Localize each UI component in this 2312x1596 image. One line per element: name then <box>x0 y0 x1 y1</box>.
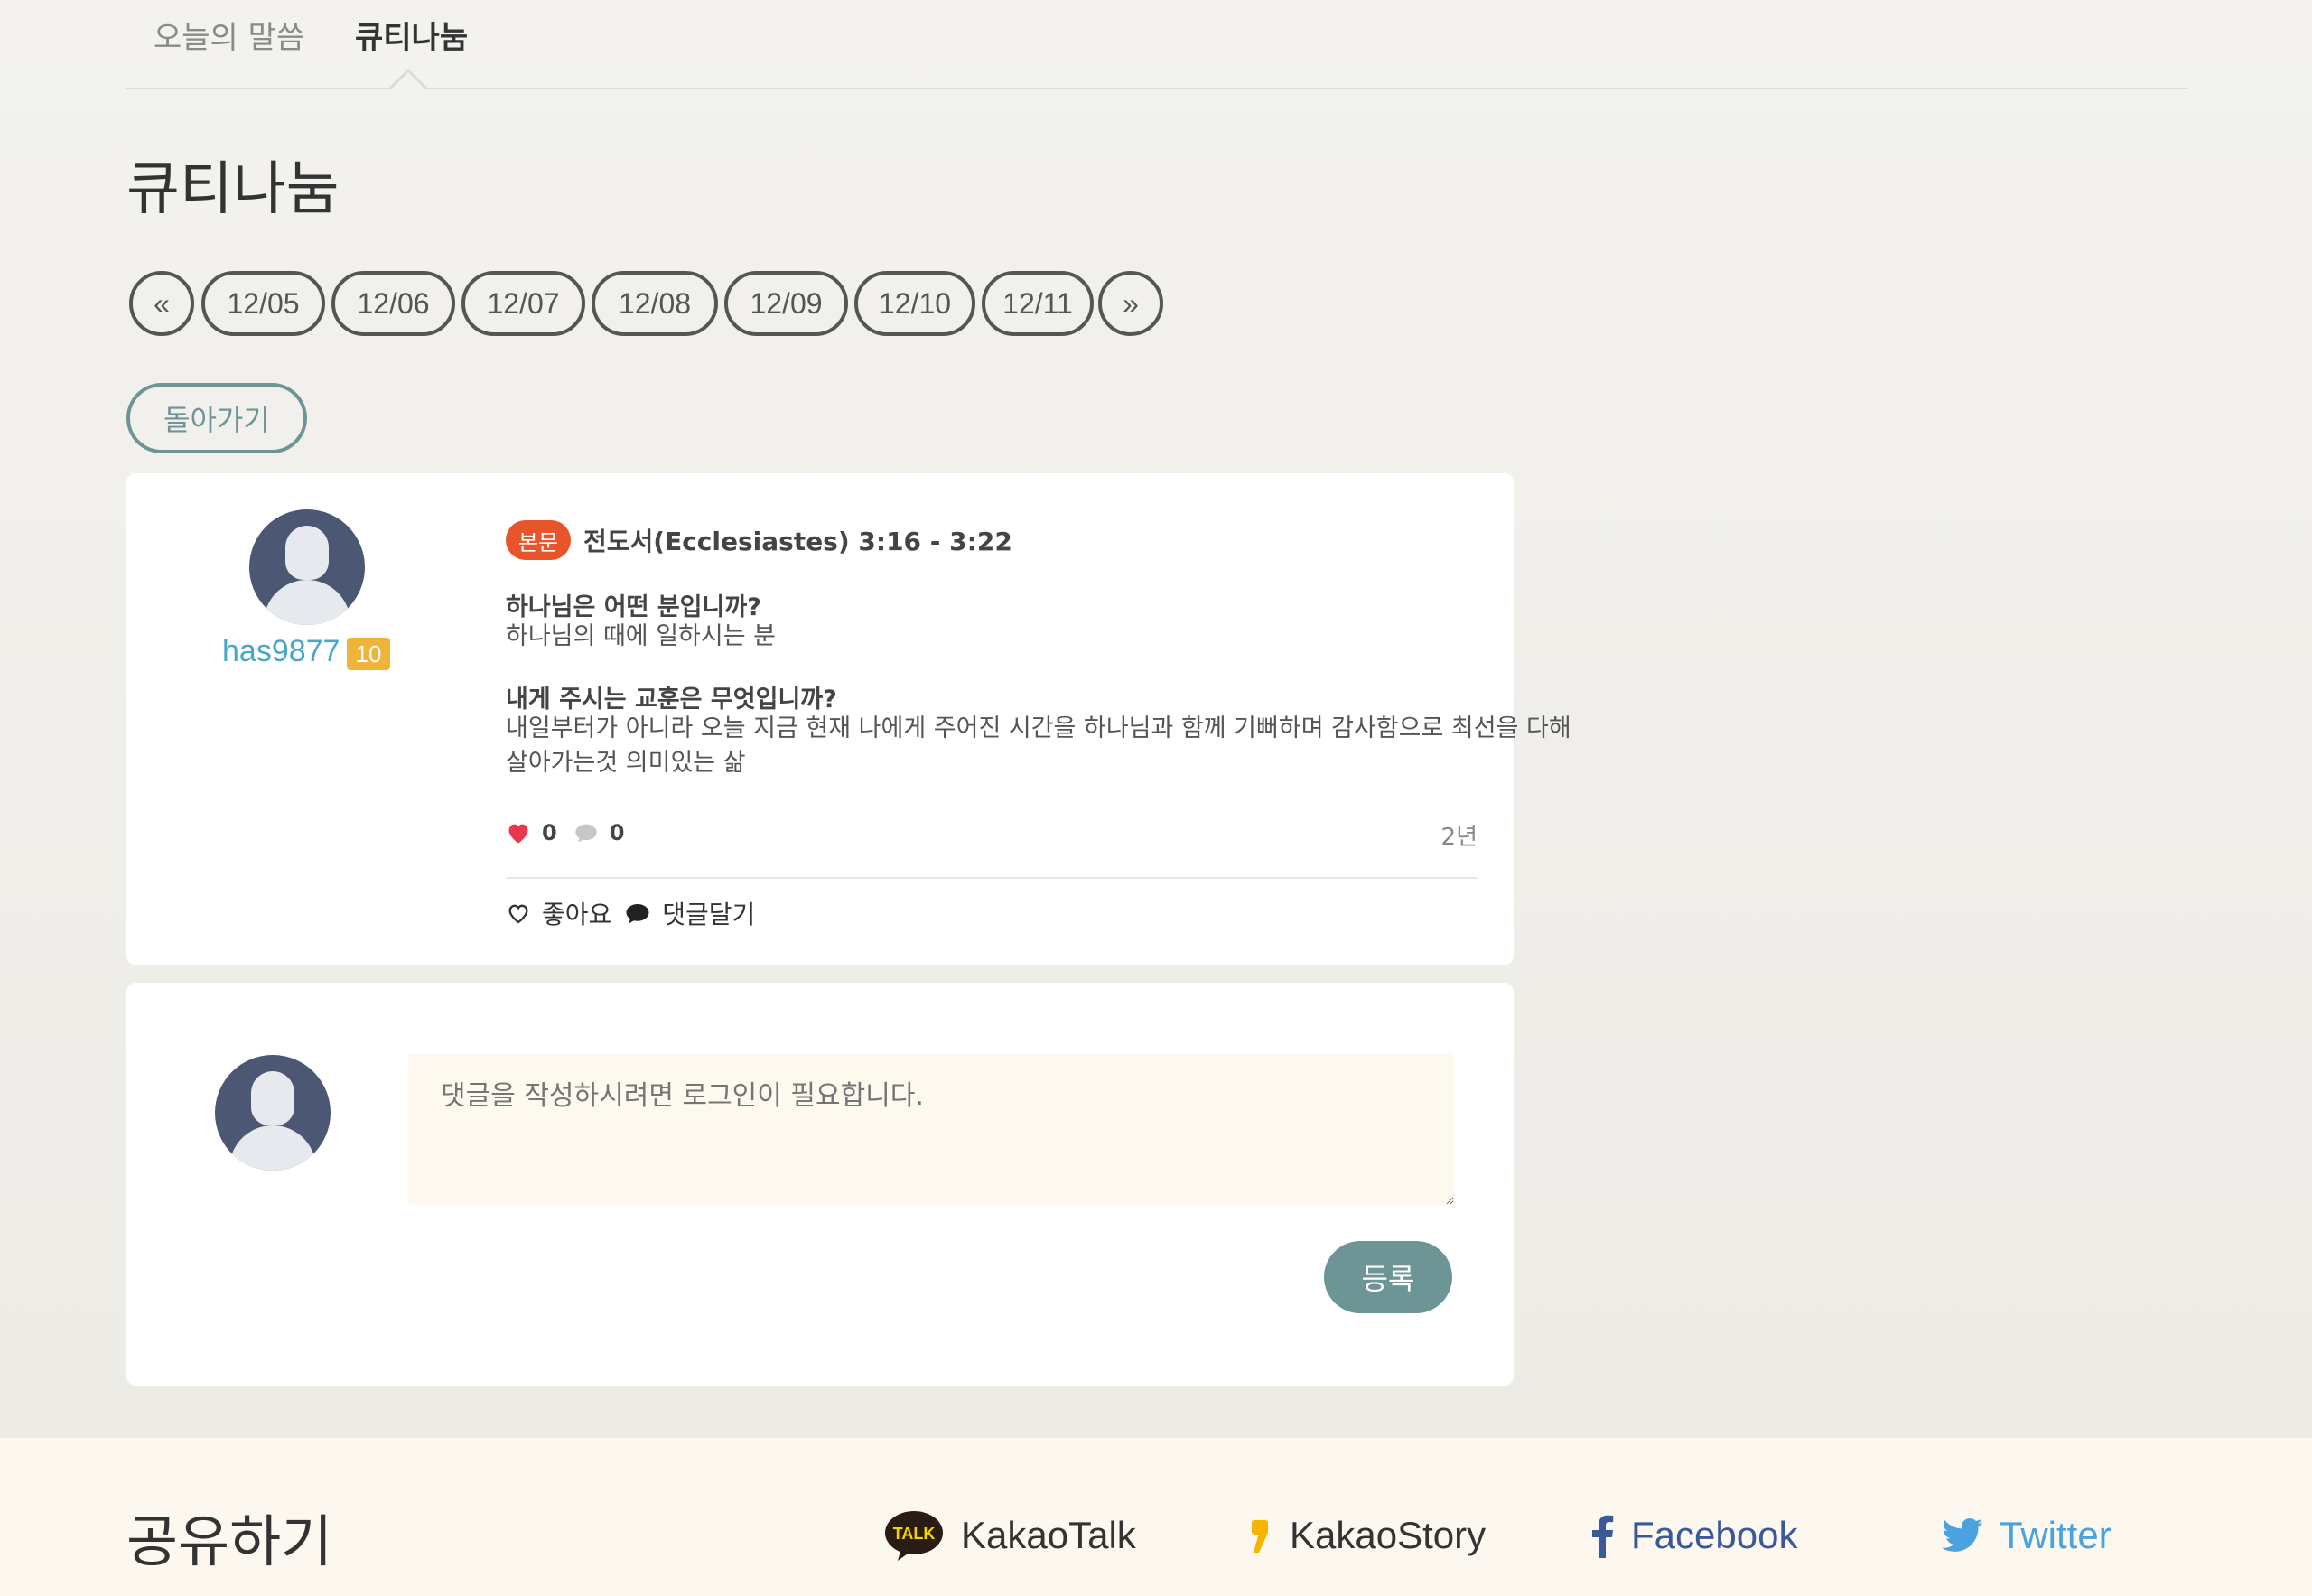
date-button[interactable]: 12/07 <box>461 271 585 336</box>
comment-count: 0 <box>609 820 625 845</box>
avatar <box>249 509 365 625</box>
date-button[interactable]: 12/08 <box>592 271 718 336</box>
share-facebook-link[interactable]: Facebook <box>1590 1508 1797 1563</box>
divider <box>506 877 1478 879</box>
avatar <box>215 1055 331 1171</box>
heart-icon <box>506 821 531 845</box>
qt-post-card: has9877 10 본문 전도서(Ecclesiastes) 3:16 - 3… <box>126 473 1571 965</box>
svg-text:TALK: TALK <box>893 1525 936 1543</box>
share-kakaotalk-label: KakaoTalk <box>961 1514 1136 1556</box>
comment-form-card: 등록 <box>126 983 1514 1386</box>
share-section: 공유하기 TALK KakaoTalk KakaoStory Facebook <box>0 1438 2312 1596</box>
pager-prev-button[interactable]: « <box>129 271 194 336</box>
comment-textarea[interactable] <box>408 1053 1454 1205</box>
heart-outline-icon <box>506 901 531 925</box>
level-badge: 10 <box>347 638 390 670</box>
post-stats: 0 0 <box>506 817 624 849</box>
twitter-icon <box>1942 1517 1983 1554</box>
share-twitter-link[interactable]: Twitter <box>1942 1508 2112 1563</box>
username-link[interactable]: has9877 <box>222 634 340 669</box>
page-title: 큐티나눔 <box>126 156 340 223</box>
facebook-icon <box>1590 1513 1615 1558</box>
like-count: 0 <box>542 820 557 845</box>
date-button[interactable]: 12/11 <box>982 271 1094 336</box>
back-button[interactable]: 돌아가기 <box>126 383 307 453</box>
post-time: 2년 <box>1440 824 1478 851</box>
comment-action[interactable]: 댓글달기 <box>624 895 755 931</box>
date-button[interactable]: 12/06 <box>331 271 455 336</box>
scripture-badge: 본문 <box>506 520 571 560</box>
share-kakaostory-label: KakaoStory <box>1290 1514 1487 1556</box>
share-twitter-label: Twitter <box>2000 1514 2112 1556</box>
share-kakaostory-link[interactable]: KakaoStory <box>1246 1508 1486 1563</box>
date-button[interactable]: 12/10 <box>854 271 975 336</box>
comment-icon <box>624 901 651 925</box>
question-2: 내게 주시는 교훈은 무엇입니까? <box>506 686 837 714</box>
tab-todays-word[interactable]: 오늘의 말씀 <box>154 13 304 57</box>
top-tabs: 오늘의 말씀 큐티나눔 <box>126 0 2187 89</box>
share-kakaotalk-link[interactable]: TALK KakaoTalk <box>883 1508 1136 1563</box>
question-1: 하나님은 어떤 분입니까? <box>506 593 761 621</box>
kakaotalk-icon: TALK <box>883 1508 945 1563</box>
date-button[interactable]: 12/09 <box>724 271 848 336</box>
share-facebook-label: Facebook <box>1631 1514 1798 1556</box>
pager-next-button[interactable]: » <box>1098 271 1163 336</box>
tab-qt-sharing[interactable]: 큐티나눔 <box>355 13 468 57</box>
share-title: 공유하기 <box>126 1508 333 1574</box>
date-button[interactable]: 12/05 <box>201 271 325 336</box>
post-actions: 좋아요 댓글달기 <box>506 892 755 934</box>
answer-2: 내일부터가 아니라 오늘 지금 현재 나에게 주어진 시간을 하나님과 함께 기… <box>506 714 1571 777</box>
submit-comment-button[interactable]: 등록 <box>1324 1241 1452 1313</box>
answer-1: 하나님의 때에 일하시는 분 <box>506 622 776 650</box>
comment-bubble-icon <box>573 822 599 844</box>
kakaostory-icon <box>1246 1515 1273 1556</box>
like-action[interactable]: 좋아요 <box>506 895 611 931</box>
scripture-reference: 전도서(Ecclesiastes) 3:16 - 3:22 <box>583 527 1012 556</box>
like-action-label: 좋아요 <box>542 900 612 929</box>
comment-action-label: 댓글달기 <box>662 900 756 929</box>
